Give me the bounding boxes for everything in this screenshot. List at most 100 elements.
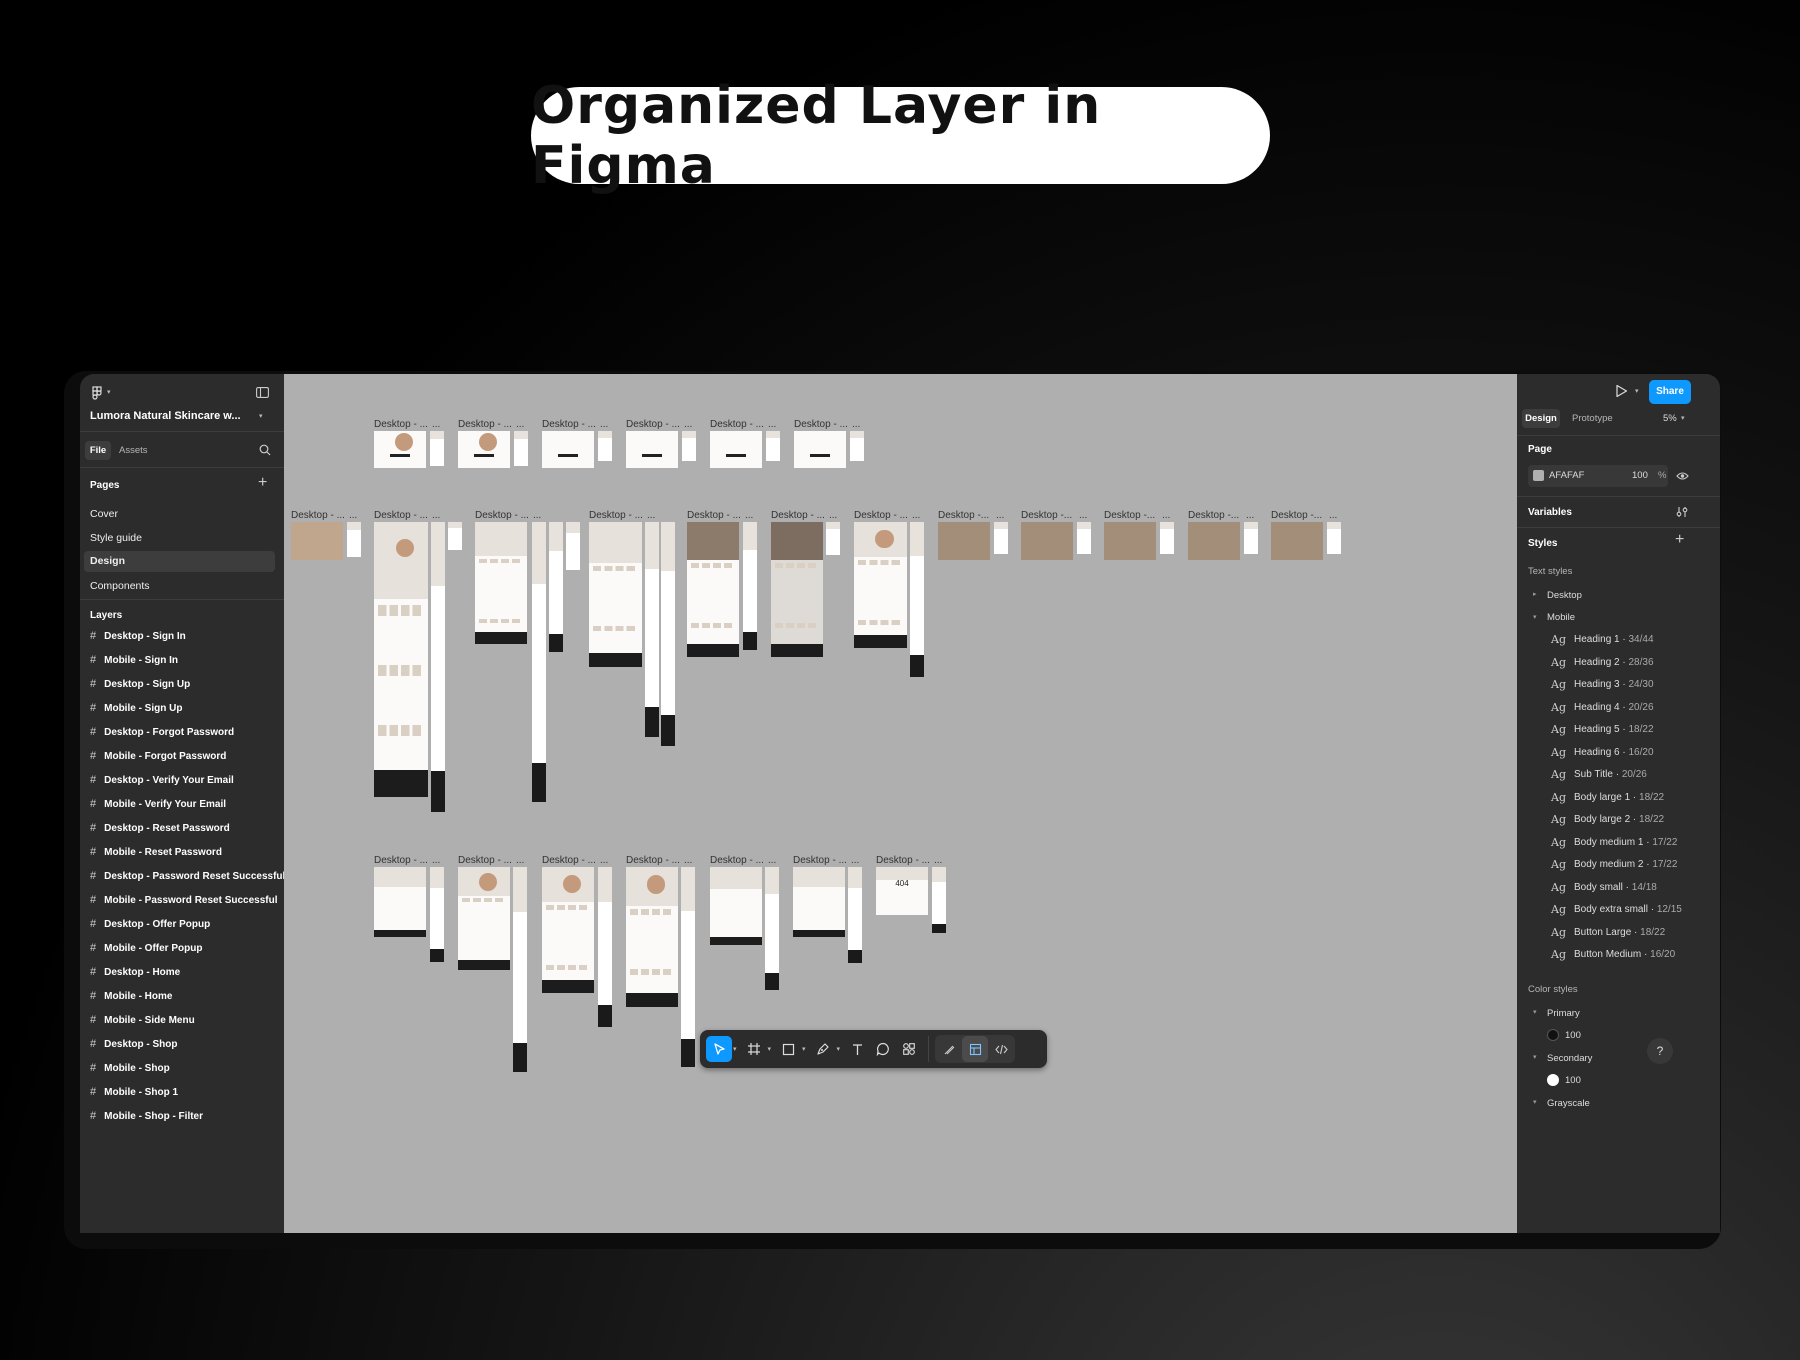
figma-menu-icon[interactable] bbox=[92, 386, 104, 403]
text-style-item[interactable]: Ag Button Large · 18/22 bbox=[1551, 926, 1665, 939]
zoom-chevron-icon[interactable]: ▾ bbox=[1681, 414, 1685, 422]
desktop-artboard[interactable] bbox=[938, 522, 990, 560]
present-chevron-icon[interactable]: ▾ bbox=[1635, 387, 1639, 395]
text-style-item[interactable]: Ag Body large 2 · 18/22 bbox=[1551, 813, 1664, 826]
frame-label[interactable]: Desktop - ... bbox=[458, 855, 512, 866]
mobile-artboard[interactable] bbox=[850, 431, 864, 461]
text-group-mobile[interactable]: Mobile bbox=[1547, 612, 1575, 623]
frame-label[interactable]: Desktop - ... bbox=[374, 419, 428, 430]
layer-item[interactable]: # Desktop - Reset Password bbox=[90, 822, 230, 834]
collapsed-chevron-icon[interactable]: ▸ bbox=[1533, 590, 1537, 598]
mobile-artboard[interactable] bbox=[1244, 522, 1258, 554]
text-style-item[interactable]: Ag Sub Title · 20/26 bbox=[1551, 768, 1647, 781]
desktop-artboard[interactable] bbox=[589, 522, 642, 667]
mobile-artboard[interactable] bbox=[766, 431, 780, 461]
desktop-artboard[interactable] bbox=[458, 867, 510, 970]
pen-tool-icon[interactable] bbox=[810, 1036, 836, 1062]
desktop-artboard[interactable] bbox=[794, 431, 846, 468]
frame-label[interactable]: Desktop - ... bbox=[626, 855, 680, 866]
mobile-artboard[interactable] bbox=[549, 522, 563, 652]
desktop-artboard[interactable] bbox=[542, 431, 594, 468]
color-group-secondary[interactable]: Secondary bbox=[1547, 1053, 1592, 1064]
grayscale-chevron-icon[interactable]: ▾ bbox=[1533, 1098, 1537, 1106]
shape-tool-chevron-icon[interactable]: ▾ bbox=[802, 1045, 806, 1053]
desktop-artboard[interactable] bbox=[710, 867, 762, 945]
desktop-artboard[interactable] bbox=[542, 867, 594, 993]
page-item-style-guide[interactable]: Style guide bbox=[90, 532, 142, 544]
desktop-artboard[interactable] bbox=[626, 867, 678, 1007]
mobile-artboard[interactable] bbox=[910, 522, 924, 677]
sidebar-toggle-icon[interactable] bbox=[256, 387, 269, 401]
add-style-icon[interactable]: + bbox=[1675, 531, 1684, 549]
frame-label[interactable]: Desktop - ... bbox=[374, 510, 428, 521]
zoom-level[interactable]: 5% bbox=[1663, 413, 1677, 424]
frame-label[interactable]: Desktop - ... bbox=[876, 855, 930, 866]
desktop-artboard[interactable] bbox=[1021, 522, 1073, 560]
layer-item[interactable]: # Mobile - Sign Up bbox=[90, 702, 182, 714]
desktop-artboard[interactable]: 404 bbox=[876, 867, 928, 915]
layer-item[interactable]: # Desktop - Sign Up bbox=[90, 678, 190, 690]
tab-prototype[interactable]: Prototype bbox=[1572, 413, 1613, 424]
mobile-artboard[interactable] bbox=[513, 867, 527, 1072]
text-group-desktop[interactable]: Desktop bbox=[1547, 590, 1582, 601]
layer-item[interactable]: # Mobile - Sign In bbox=[90, 654, 178, 666]
present-icon[interactable] bbox=[1615, 384, 1628, 401]
frame-label[interactable]: Desktop - ... bbox=[710, 419, 764, 430]
page-color-hex[interactable]: AFAFAF bbox=[1549, 470, 1584, 481]
page-item-design[interactable]: Design bbox=[84, 551, 275, 572]
secondary-swatch-label[interactable]: 100 bbox=[1565, 1075, 1581, 1086]
desktop-artboard[interactable] bbox=[1271, 522, 1323, 560]
color-group-primary[interactable]: Primary bbox=[1547, 1008, 1580, 1019]
frame-label[interactable]: Desktop - ... bbox=[793, 855, 847, 866]
share-button[interactable]: Share bbox=[1649, 380, 1691, 404]
comment-tool-icon[interactable] bbox=[870, 1036, 896, 1062]
frame-label[interactable]: Desktop -... bbox=[938, 510, 989, 521]
dev-mode-icon[interactable] bbox=[988, 1036, 1014, 1062]
layer-item[interactable]: # Desktop - Shop bbox=[90, 1038, 177, 1050]
layer-item[interactable]: # Mobile - Reset Password bbox=[90, 846, 222, 858]
mobile-artboard[interactable] bbox=[448, 522, 462, 550]
color-group-grayscale[interactable]: Grayscale bbox=[1547, 1098, 1590, 1109]
mobile-artboard[interactable] bbox=[682, 431, 696, 461]
text-style-item[interactable]: Ag Body extra small · 12/15 bbox=[1551, 903, 1682, 916]
frame-label[interactable]: Desktop - ... bbox=[710, 855, 764, 866]
file-name[interactable]: Lumora Natural Skincare w... bbox=[90, 410, 241, 422]
frame-label[interactable]: Desktop - ... bbox=[589, 510, 643, 521]
frame-label[interactable]: Desktop - ... bbox=[854, 510, 908, 521]
mobile-artboard[interactable] bbox=[1077, 522, 1091, 554]
frame-label[interactable]: Desktop - ... bbox=[291, 510, 345, 521]
text-style-item[interactable]: Ag Heading 6 · 16/20 bbox=[1551, 746, 1654, 759]
mobile-artboard[interactable] bbox=[1327, 522, 1341, 554]
frame-label[interactable]: Desktop - ... bbox=[771, 510, 825, 521]
move-tool-icon[interactable] bbox=[706, 1036, 732, 1062]
layer-item[interactable]: # Mobile - Home bbox=[90, 990, 172, 1002]
frame-label[interactable]: Desktop -... bbox=[1021, 510, 1072, 521]
frame-label[interactable]: Desktop - ... bbox=[475, 510, 529, 521]
desktop-artboard[interactable] bbox=[1188, 522, 1240, 560]
text-tool-icon[interactable] bbox=[844, 1036, 870, 1062]
frame-label[interactable]: Desktop - ... bbox=[374, 855, 428, 866]
page-color-field[interactable]: AFAFAF 100 % bbox=[1528, 465, 1668, 487]
help-button[interactable]: ? bbox=[1647, 1038, 1673, 1064]
layer-item[interactable]: # Desktop - Home bbox=[90, 966, 180, 978]
page-opacity[interactable]: 100 bbox=[1632, 470, 1648, 481]
frame-label[interactable]: Desktop - ... bbox=[626, 419, 680, 430]
text-style-item[interactable]: Ag Button Medium · 16/20 bbox=[1551, 948, 1675, 961]
actions-tool-icon[interactable] bbox=[896, 1036, 922, 1062]
tab-assets[interactable]: Assets bbox=[119, 445, 148, 456]
text-style-item[interactable]: Ag Body medium 1 · 17/22 bbox=[1551, 836, 1677, 849]
layer-item[interactable]: # Mobile - Shop 1 bbox=[90, 1086, 178, 1098]
layer-item[interactable]: # Mobile - Shop - Filter bbox=[90, 1110, 203, 1122]
frame-label[interactable]: Desktop - ... bbox=[542, 419, 596, 430]
mobile-artboard[interactable] bbox=[598, 431, 612, 461]
layer-item[interactable]: # Desktop - Forgot Password bbox=[90, 726, 234, 738]
mobile-artboard[interactable] bbox=[598, 867, 612, 1027]
add-page-icon[interactable]: + bbox=[258, 474, 267, 492]
file-menu-chevron-icon[interactable]: ▾ bbox=[259, 412, 263, 420]
layer-item[interactable]: # Mobile - Shop bbox=[90, 1062, 170, 1074]
desktop-artboard[interactable] bbox=[854, 522, 907, 648]
mobile-artboard[interactable] bbox=[347, 522, 361, 557]
desktop-artboard[interactable] bbox=[687, 522, 739, 657]
text-style-item[interactable]: Ag Heading 1 · 34/44 bbox=[1551, 633, 1654, 646]
layer-item[interactable]: # Mobile - Password Reset Successful bbox=[90, 894, 278, 906]
